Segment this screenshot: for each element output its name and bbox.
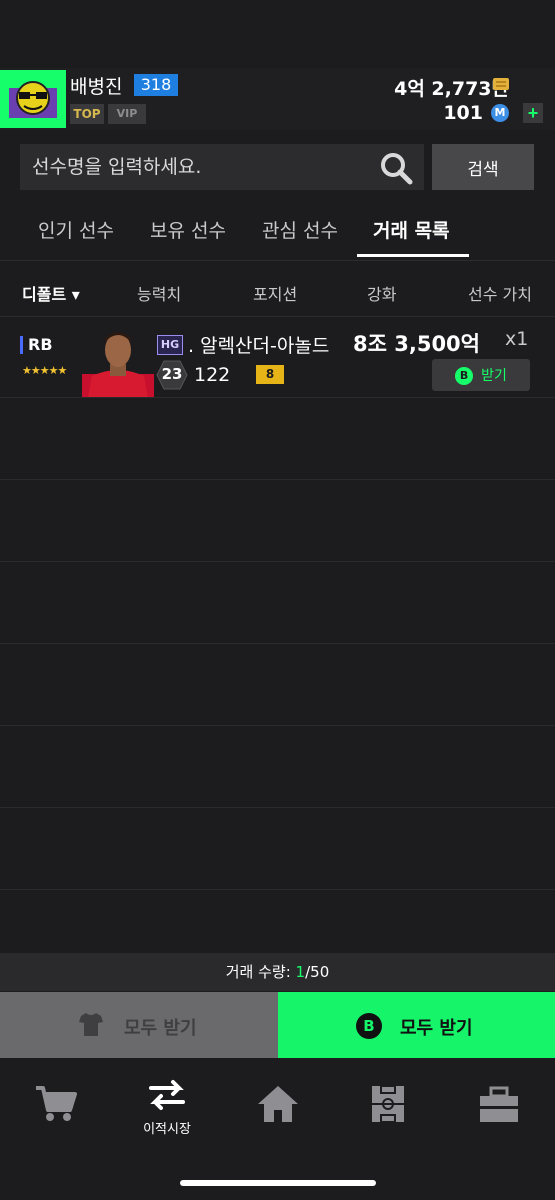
player-image[interactable] [82,328,154,398]
username: 배병진 [70,76,123,98]
divider [0,316,555,317]
player-quantity: x1 [505,328,529,350]
receive-all-coins-label: 모두 받기 [400,1018,473,1039]
season-number: 23 [161,365,183,383]
status-bar [0,0,555,68]
field-icon[interactable] [366,1084,410,1124]
transfer-icon[interactable] [145,1078,189,1118]
briefcase-icon[interactable] [477,1084,521,1124]
trade-count-max: /50 [305,963,330,981]
sort-position[interactable]: 포지션 [253,281,297,305]
row-divider [0,561,555,562]
vip-badge: VIP [108,104,146,124]
player-stars: ★★★★★ [22,364,67,377]
avatar-face-icon [9,81,57,118]
row-divider [0,889,555,890]
shirt-icon [79,1013,103,1036]
row-divider [0,479,555,480]
points-amount: 101 [443,102,483,124]
search-button[interactable]: 검색 [432,144,534,190]
receive-all-players-label: 모두 받기 [124,1018,197,1039]
top-badge: TOP [70,104,104,124]
trade-count-label: 거래 수량: [225,963,296,981]
sort-player-value[interactable]: 선수 가치 [468,281,532,305]
active-tab-indicator [357,254,469,257]
receive-button[interactable]: B 받기 [432,359,530,391]
b-coin-icon: B [356,1013,382,1039]
receive-label: 받기 [481,368,507,384]
row-divider [0,397,555,398]
search-icon[interactable] [378,150,414,186]
divider [0,260,555,261]
row-divider [0,643,555,644]
search-input[interactable] [32,144,362,190]
sort-ability[interactable]: 능력치 [137,281,181,305]
tab-popular[interactable]: 인기 선수 [38,216,114,243]
player-position: RB [28,335,53,354]
avatar[interactable] [0,70,66,128]
trade-count: 거래 수량: 1/50 [0,961,555,982]
player-price: 8조 3,500억 [353,332,480,356]
tab-trade-list[interactable]: 거래 목록 [373,216,450,243]
cart-icon[interactable] [34,1084,78,1124]
row-divider [0,807,555,808]
sort-enhancement[interactable]: 강화 [367,281,396,305]
tab-owned[interactable]: 보유 선수 [150,216,226,243]
home-icon[interactable] [256,1084,300,1124]
trade-count-current: 1 [295,963,306,981]
player-overall: 122 [194,364,231,386]
add-points-button[interactable]: + [523,103,543,123]
row-divider [0,725,555,726]
player-name: . 알렉산더-아놀드 [188,335,330,357]
m-coin-icon: M [491,104,509,122]
home-indicator [180,1180,376,1186]
nav-label-transfer-market: 이적시장 [143,1122,191,1137]
homegrown-badge: HG [157,335,183,355]
coin-icon [493,78,509,90]
bottom-nav [0,1058,555,1200]
tab-watchlist[interactable]: 관심 선수 [262,216,338,243]
b-coin-icon: B [455,367,474,385]
sort-default[interactable]: 디폴트 ▾ [22,281,80,305]
level-badge: 318 [134,74,178,96]
position-color-bar [20,336,23,354]
enhancement-badge: 8 [256,365,284,384]
